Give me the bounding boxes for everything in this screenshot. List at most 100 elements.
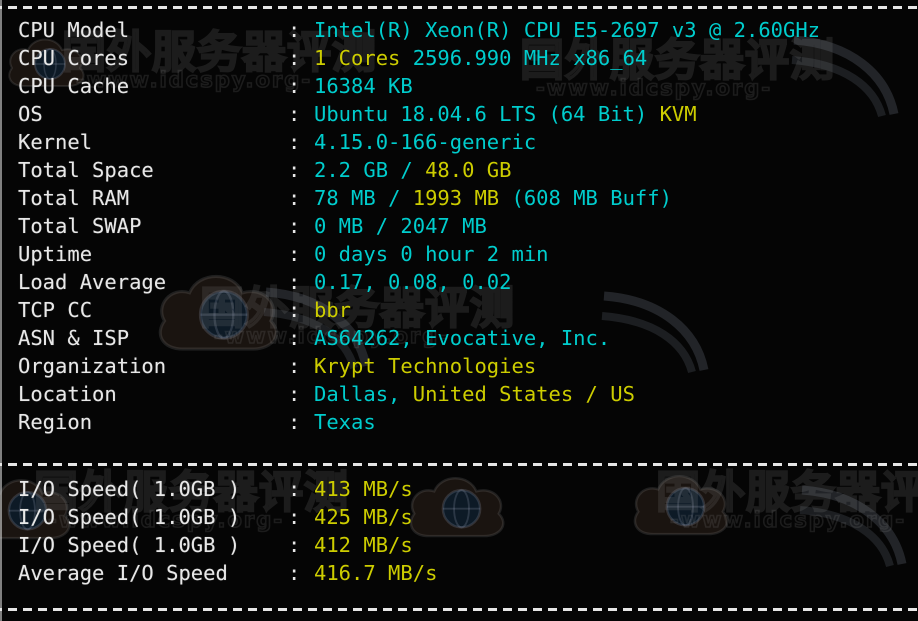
- window-left-edge: [0, 0, 2, 621]
- sysinfo-row-value: 16384 KB: [314, 72, 413, 100]
- sysinfo-row-value-segment: Intel(R) Xeon(R) CPU E5-2697 v3 @ 2.60GH…: [314, 18, 821, 42]
- sysinfo-row-value-segment: 2596.990 MHz x86_64: [412, 46, 648, 70]
- sysinfo-row: Load Average:0.17, 0.08, 0.02: [0, 268, 918, 296]
- sysinfo-row-value: Ubuntu 18.04.6 LTS (64 Bit) KVM: [314, 100, 697, 128]
- sysinfo-row-label: Total SWAP: [18, 214, 142, 238]
- sysinfo-row: Total SWAP:0 MB / 2047 MB: [0, 212, 918, 240]
- sysinfo-row-value: 78 MB / 1993 MB (608 MB Buff): [314, 184, 672, 212]
- sysinfo-row-value: Intel(R) Xeon(R) CPU E5-2697 v3 @ 2.60GH…: [314, 16, 820, 44]
- sysinfo-row: Kernel:4.15.0-166-generic: [0, 128, 918, 156]
- io-speed-row-value-segment: 416.7 MB/s: [314, 561, 438, 585]
- sysinfo-row-value-segment: 1 Cores: [314, 46, 401, 70]
- sysinfo-row: ASN & ISP: AS64262, Evocative, Inc.: [0, 324, 918, 352]
- system-info-rows: CPU Model: Intel(R) Xeon(R) CPU E5-2697 v…: [0, 16, 918, 436]
- sysinfo-row-value: 0 MB / 2047 MB: [314, 212, 487, 240]
- sysinfo-row-value: 2.2 GB / 48.0 GB: [314, 156, 512, 184]
- row-colon: :: [288, 505, 301, 529]
- sysinfo-row-value-segment: bbr: [314, 298, 352, 322]
- io-speed-row-value-segment: 412 MB/s: [314, 533, 413, 557]
- sysinfo-row-value-segment: 2.2 GB: [314, 158, 401, 182]
- row-colon: :: [288, 18, 301, 42]
- sysinfo-row-label: CPU Cores: [18, 46, 130, 70]
- row-colon: :: [288, 382, 301, 406]
- sysinfo-row-value-segment: 4.15.0-166-generic: [314, 130, 537, 154]
- io-speed-rows: I/O Speed( 1.0GB ):413 MB/s I/O Speed( 1.…: [0, 475, 918, 587]
- sysinfo-row-value-segment: AS64262, Evocative, Inc.: [314, 326, 611, 350]
- row-colon: :: [288, 242, 301, 266]
- io-speed-row-label: Average I/O Speed: [18, 561, 228, 585]
- io-speed-row: I/O Speed( 1.0GB ):425 MB/s: [0, 503, 918, 531]
- sysinfo-row-label: Kernel: [18, 130, 93, 154]
- sysinfo-row-label: Load Average: [18, 270, 167, 294]
- sysinfo-row: Location: Dallas, United States / US: [0, 380, 918, 408]
- row-colon: :: [288, 186, 301, 210]
- row-colon: :: [288, 74, 301, 98]
- separator-middle: [0, 463, 918, 466]
- row-colon: :: [288, 298, 301, 322]
- sysinfo-row-value: 4.15.0-166-generic: [314, 128, 536, 156]
- sysinfo-row-value-segment: 0.17, 0.08, 0.02: [314, 270, 512, 294]
- sysinfo-row-value: 1 Cores 2596.990 MHz x86_64: [314, 44, 647, 72]
- sysinfo-row-label: OS: [18, 102, 43, 126]
- row-colon: :: [288, 102, 301, 126]
- sysinfo-row: CPU Cores:1 Cores 2596.990 MHz x86_64: [0, 44, 918, 72]
- sysinfo-row-value-segment: /: [388, 186, 413, 210]
- sysinfo-row: Total RAM:78 MB / 1993 MB (608 MB Buff): [0, 184, 918, 212]
- sysinfo-row: OS: Ubuntu 18.04.6 LTS (64 Bit) KVM: [0, 100, 918, 128]
- sysinfo-row-value-segment: [400, 46, 412, 70]
- sysinfo-row-label: Total RAM: [18, 186, 130, 210]
- sysinfo-row-label: ASN & ISP: [18, 326, 130, 350]
- sysinfo-row-value-segment: 1993 MB: [412, 186, 512, 210]
- sysinfo-row-value-segment: Texas: [314, 410, 376, 434]
- sysinfo-row-value-segment: 0 MB / 2047 MB: [314, 214, 487, 238]
- sysinfo-row: Uptime:0 days 0 hour 2 min: [0, 240, 918, 268]
- sysinfo-row-value: Dallas, United States / US: [314, 380, 635, 408]
- sysinfo-row-value-segment: /: [400, 158, 426, 182]
- io-speed-row: I/O Speed( 1.0GB ):412 MB/s: [0, 531, 918, 559]
- sysinfo-row-value: 0.17, 0.08, 0.02: [314, 268, 511, 296]
- sysinfo-row-label: CPU Cache: [18, 74, 130, 98]
- sysinfo-row-value: bbr: [314, 296, 351, 324]
- sysinfo-row-label: Uptime: [18, 242, 93, 266]
- sysinfo-row: Total Space:2.2 GB / 48.0 GB: [0, 156, 918, 184]
- sysinfo-row-value-segment: 16384 KB: [314, 74, 413, 98]
- sysinfo-row: CPU Cache:16384 KB: [0, 72, 918, 100]
- sysinfo-row-value-segment: United States / US: [412, 382, 635, 406]
- io-speed-row-value: 425 MB/s: [314, 503, 413, 531]
- io-speed-row-label: I/O Speed( 1.0GB ): [18, 505, 241, 529]
- sysinfo-row-label: TCP CC: [18, 298, 93, 322]
- io-speed-row: Average I/O Speed:416.7 MB/s: [0, 559, 918, 587]
- row-colon: :: [288, 130, 301, 154]
- row-colon: :: [288, 46, 301, 70]
- sysinfo-row: CPU Model: Intel(R) Xeon(R) CPU E5-2697 v…: [0, 16, 918, 44]
- sysinfo-row: TCP CC: bbr: [0, 296, 918, 324]
- row-colon: :: [288, 561, 301, 585]
- sysinfo-row: Region: Texas: [0, 408, 918, 436]
- sysinfo-row-label: Region: [18, 410, 93, 434]
- io-speed-row-value-segment: 425 MB/s: [314, 505, 413, 529]
- separator-bottom: [0, 608, 918, 611]
- sysinfo-row-value-segment: Dallas,: [314, 382, 413, 406]
- sysinfo-row-label: Location: [18, 382, 117, 406]
- sysinfo-row-value-segment: Ubuntu 18.04.6 LTS (64 Bit): [314, 102, 660, 126]
- io-speed-row-value: 412 MB/s: [314, 531, 413, 559]
- io-speed-row-value: 413 MB/s: [314, 475, 413, 503]
- sysinfo-row-value: AS64262, Evocative, Inc.: [314, 324, 610, 352]
- row-colon: :: [288, 270, 301, 294]
- sysinfo-row-label: CPU Model: [18, 18, 130, 42]
- row-colon: :: [288, 410, 301, 434]
- row-colon: :: [288, 214, 301, 238]
- sysinfo-row-label: Total Space: [18, 158, 154, 182]
- sysinfo-row-value: Krypt Technologies: [314, 352, 536, 380]
- row-colon: :: [288, 533, 301, 557]
- sysinfo-row-label: Organization: [18, 354, 167, 378]
- sysinfo-row-value: Texas: [314, 408, 376, 436]
- sysinfo-row-value: 0 days 0 hour 2 min: [314, 240, 549, 268]
- row-colon: :: [288, 477, 301, 501]
- io-speed-row-value: 416.7 MB/s: [314, 559, 437, 587]
- separator-top: [0, 6, 918, 9]
- row-colon: :: [288, 354, 301, 378]
- row-colon: :: [288, 326, 301, 350]
- io-speed-row: I/O Speed( 1.0GB ):413 MB/s: [0, 475, 918, 503]
- terminal-window: 国外服务器评测 国外服务器评测 国外服务器评测 国外服务器评测 国外服务器评测 …: [0, 0, 918, 621]
